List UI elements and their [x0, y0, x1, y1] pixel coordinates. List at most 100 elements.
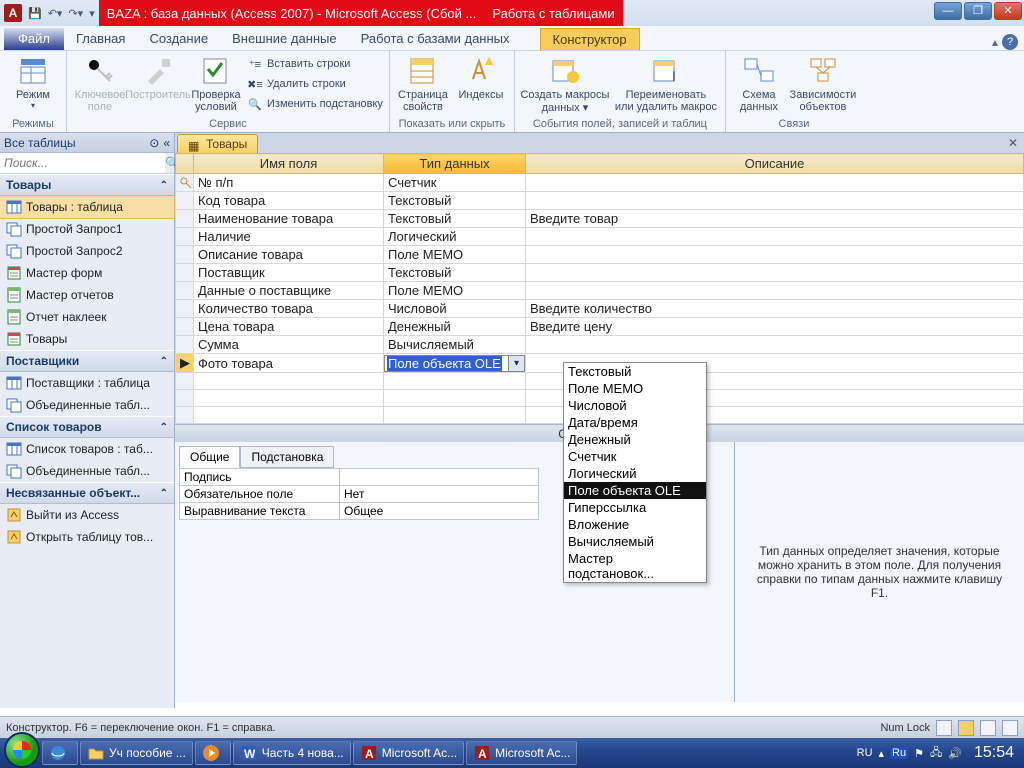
undo-icon[interactable]: ↶▾	[48, 7, 63, 20]
view-pivotchart-icon[interactable]	[1002, 720, 1018, 736]
type-option[interactable]: Гиперссылка	[564, 499, 706, 516]
description-cell[interactable]	[526, 336, 1024, 354]
nav-item[interactable]: Список товаров : таб...	[0, 438, 174, 460]
description-cell[interactable]: Введите количество	[526, 300, 1024, 318]
type-option[interactable]: Дата/время	[564, 414, 706, 431]
description-cell[interactable]: Введите цену	[526, 318, 1024, 336]
data-type-cell[interactable]: Поле объекта OLE▾	[384, 354, 526, 373]
row-selector[interactable]	[176, 282, 194, 300]
data-type-cell[interactable]: Поле МЕМО	[384, 282, 526, 300]
field-name-cell[interactable]: Сумма	[194, 336, 384, 354]
type-option[interactable]: Поле объекта OLE	[564, 482, 706, 499]
tab-design[interactable]: Конструктор	[540, 28, 640, 50]
object-dependencies-button[interactable]: Зависимости объектов	[788, 53, 858, 113]
prop-value[interactable]: Нет	[340, 486, 539, 503]
view-pivottable-icon[interactable]	[980, 720, 996, 736]
view-design-icon[interactable]	[958, 720, 974, 736]
row-selector[interactable]	[176, 318, 194, 336]
minimize-button[interactable]: —	[934, 2, 962, 20]
relationships-button[interactable]: Схема данных	[730, 53, 788, 113]
props-tab-general[interactable]: Общие	[179, 446, 240, 468]
field-name-cell[interactable]: Описание товара	[194, 246, 384, 264]
clock[interactable]: 15:54	[968, 744, 1020, 762]
col-description[interactable]: Описание	[526, 154, 1024, 174]
nav-dropdown-icon[interactable]: ⊙	[149, 136, 159, 150]
field-name-cell[interactable]: Количество товара	[194, 300, 384, 318]
type-option[interactable]: Числовой	[564, 397, 706, 414]
col-field-name[interactable]: Имя поля	[194, 154, 384, 174]
nav-search-input[interactable]	[0, 153, 165, 173]
field-name-cell[interactable]: Код товара	[194, 192, 384, 210]
col-data-type[interactable]: Тип данных	[384, 154, 526, 174]
tab-external-data[interactable]: Внешние данные	[220, 28, 349, 50]
nav-item[interactable]: Отчет наклеек	[0, 306, 174, 328]
nav-item[interactable]: Товары : таблица	[0, 196, 174, 218]
tray-kb-icon[interactable]: Ru	[890, 747, 908, 759]
field-name-cell[interactable]: Наименование товара	[194, 210, 384, 228]
tab-database-tools[interactable]: Работа с базами данных	[349, 28, 522, 50]
close-doc-icon[interactable]: ✕	[1008, 136, 1018, 150]
field-name-cell[interactable]: Данные о поставщике	[194, 282, 384, 300]
row-selector[interactable]	[176, 336, 194, 354]
rename-delete-macro-button[interactable]: I Переименовать или удалить макрос	[611, 53, 721, 113]
nav-item[interactable]: Простой Запрос1	[0, 218, 174, 240]
nav-item[interactable]: Поставщики : таблица	[0, 372, 174, 394]
tab-create[interactable]: Создание	[137, 28, 220, 50]
data-type-combo[interactable]: Поле объекта OLE▾	[384, 355, 525, 372]
description-cell[interactable]	[526, 246, 1024, 264]
data-type-cell[interactable]: Числовой	[384, 300, 526, 318]
nav-group-header[interactable]: Список товаров⌃	[0, 416, 174, 438]
nav-group-header[interactable]: Поставщики⌃	[0, 350, 174, 372]
props-tab-lookup[interactable]: Подстановка	[240, 446, 334, 468]
row-selector[interactable]	[176, 210, 194, 228]
validation-button[interactable]: Проверка условий	[187, 53, 245, 113]
nav-group-header[interactable]: Товары⌃	[0, 174, 174, 196]
view-datasheet-icon[interactable]	[936, 720, 952, 736]
type-option[interactable]: Мастер подстановок...	[564, 550, 706, 582]
prop-value[interactable]	[340, 469, 539, 486]
row-selector[interactable]	[176, 174, 194, 192]
data-type-cell[interactable]: Вычисляемый	[384, 336, 526, 354]
type-option[interactable]: Поле МЕМО	[564, 380, 706, 397]
tray-network-icon[interactable]: 🖧	[930, 744, 942, 763]
lang-indicator[interactable]: RU	[857, 747, 873, 759]
nav-item[interactable]: Открыть таблицу тов...	[0, 526, 174, 548]
taskbar-item[interactable]	[195, 741, 231, 765]
nav-header[interactable]: Все таблицы ⊙«	[0, 133, 174, 153]
data-type-cell[interactable]: Текстовый	[384, 264, 526, 282]
help-icon[interactable]: ?	[1002, 34, 1018, 50]
type-option[interactable]: Вложение	[564, 516, 706, 533]
tab-home[interactable]: Главная	[64, 28, 137, 50]
doc-tab-товары[interactable]: ▦ Товары	[177, 134, 258, 153]
nav-item[interactable]: Мастер отчетов	[0, 284, 174, 306]
view-button[interactable]: Режим▾	[4, 53, 62, 110]
delete-rows-button[interactable]: ✖≡Удалить строки	[245, 75, 385, 93]
row-selector[interactable]	[176, 228, 194, 246]
description-cell[interactable]	[526, 174, 1024, 192]
row-selector[interactable]	[176, 246, 194, 264]
nav-group-header[interactable]: Несвязанные объект...⌃	[0, 482, 174, 504]
type-option[interactable]: Счетчик	[564, 448, 706, 465]
field-name-cell[interactable]: Цена товара	[194, 318, 384, 336]
tray-flag-icon[interactable]: ⚑	[914, 747, 924, 760]
row-selector[interactable]	[176, 300, 194, 318]
type-option[interactable]: Вычисляемый	[564, 533, 706, 550]
nav-item[interactable]: Простой Запрос2	[0, 240, 174, 262]
create-data-macros-button[interactable]: Создать макросы данных ▾	[519, 53, 611, 114]
taskbar-item[interactable]: Уч пособие ...	[80, 741, 193, 765]
data-type-cell[interactable]: Текстовый	[384, 192, 526, 210]
insert-rows-button[interactable]: ⁺≡Вставить строки	[245, 55, 385, 73]
nav-item[interactable]: Товары	[0, 328, 174, 350]
modify-lookup-button[interactable]: 🔍Изменить подстановку	[245, 95, 385, 113]
row-selector[interactable]: ▶	[176, 354, 194, 373]
taskbar-item[interactable]	[42, 741, 78, 765]
description-cell[interactable]: Введите товар	[526, 210, 1024, 228]
taskbar-item[interactable]: AMicrosoft Ac...	[466, 741, 577, 765]
start-button[interactable]	[4, 732, 40, 768]
prop-value[interactable]: Общее	[340, 503, 539, 520]
type-option[interactable]: Денежный	[564, 431, 706, 448]
nav-item[interactable]: Мастер форм	[0, 262, 174, 284]
data-type-cell[interactable]: Счетчик	[384, 174, 526, 192]
description-cell[interactable]	[526, 282, 1024, 300]
nav-collapse-icon[interactable]: «	[163, 136, 170, 150]
